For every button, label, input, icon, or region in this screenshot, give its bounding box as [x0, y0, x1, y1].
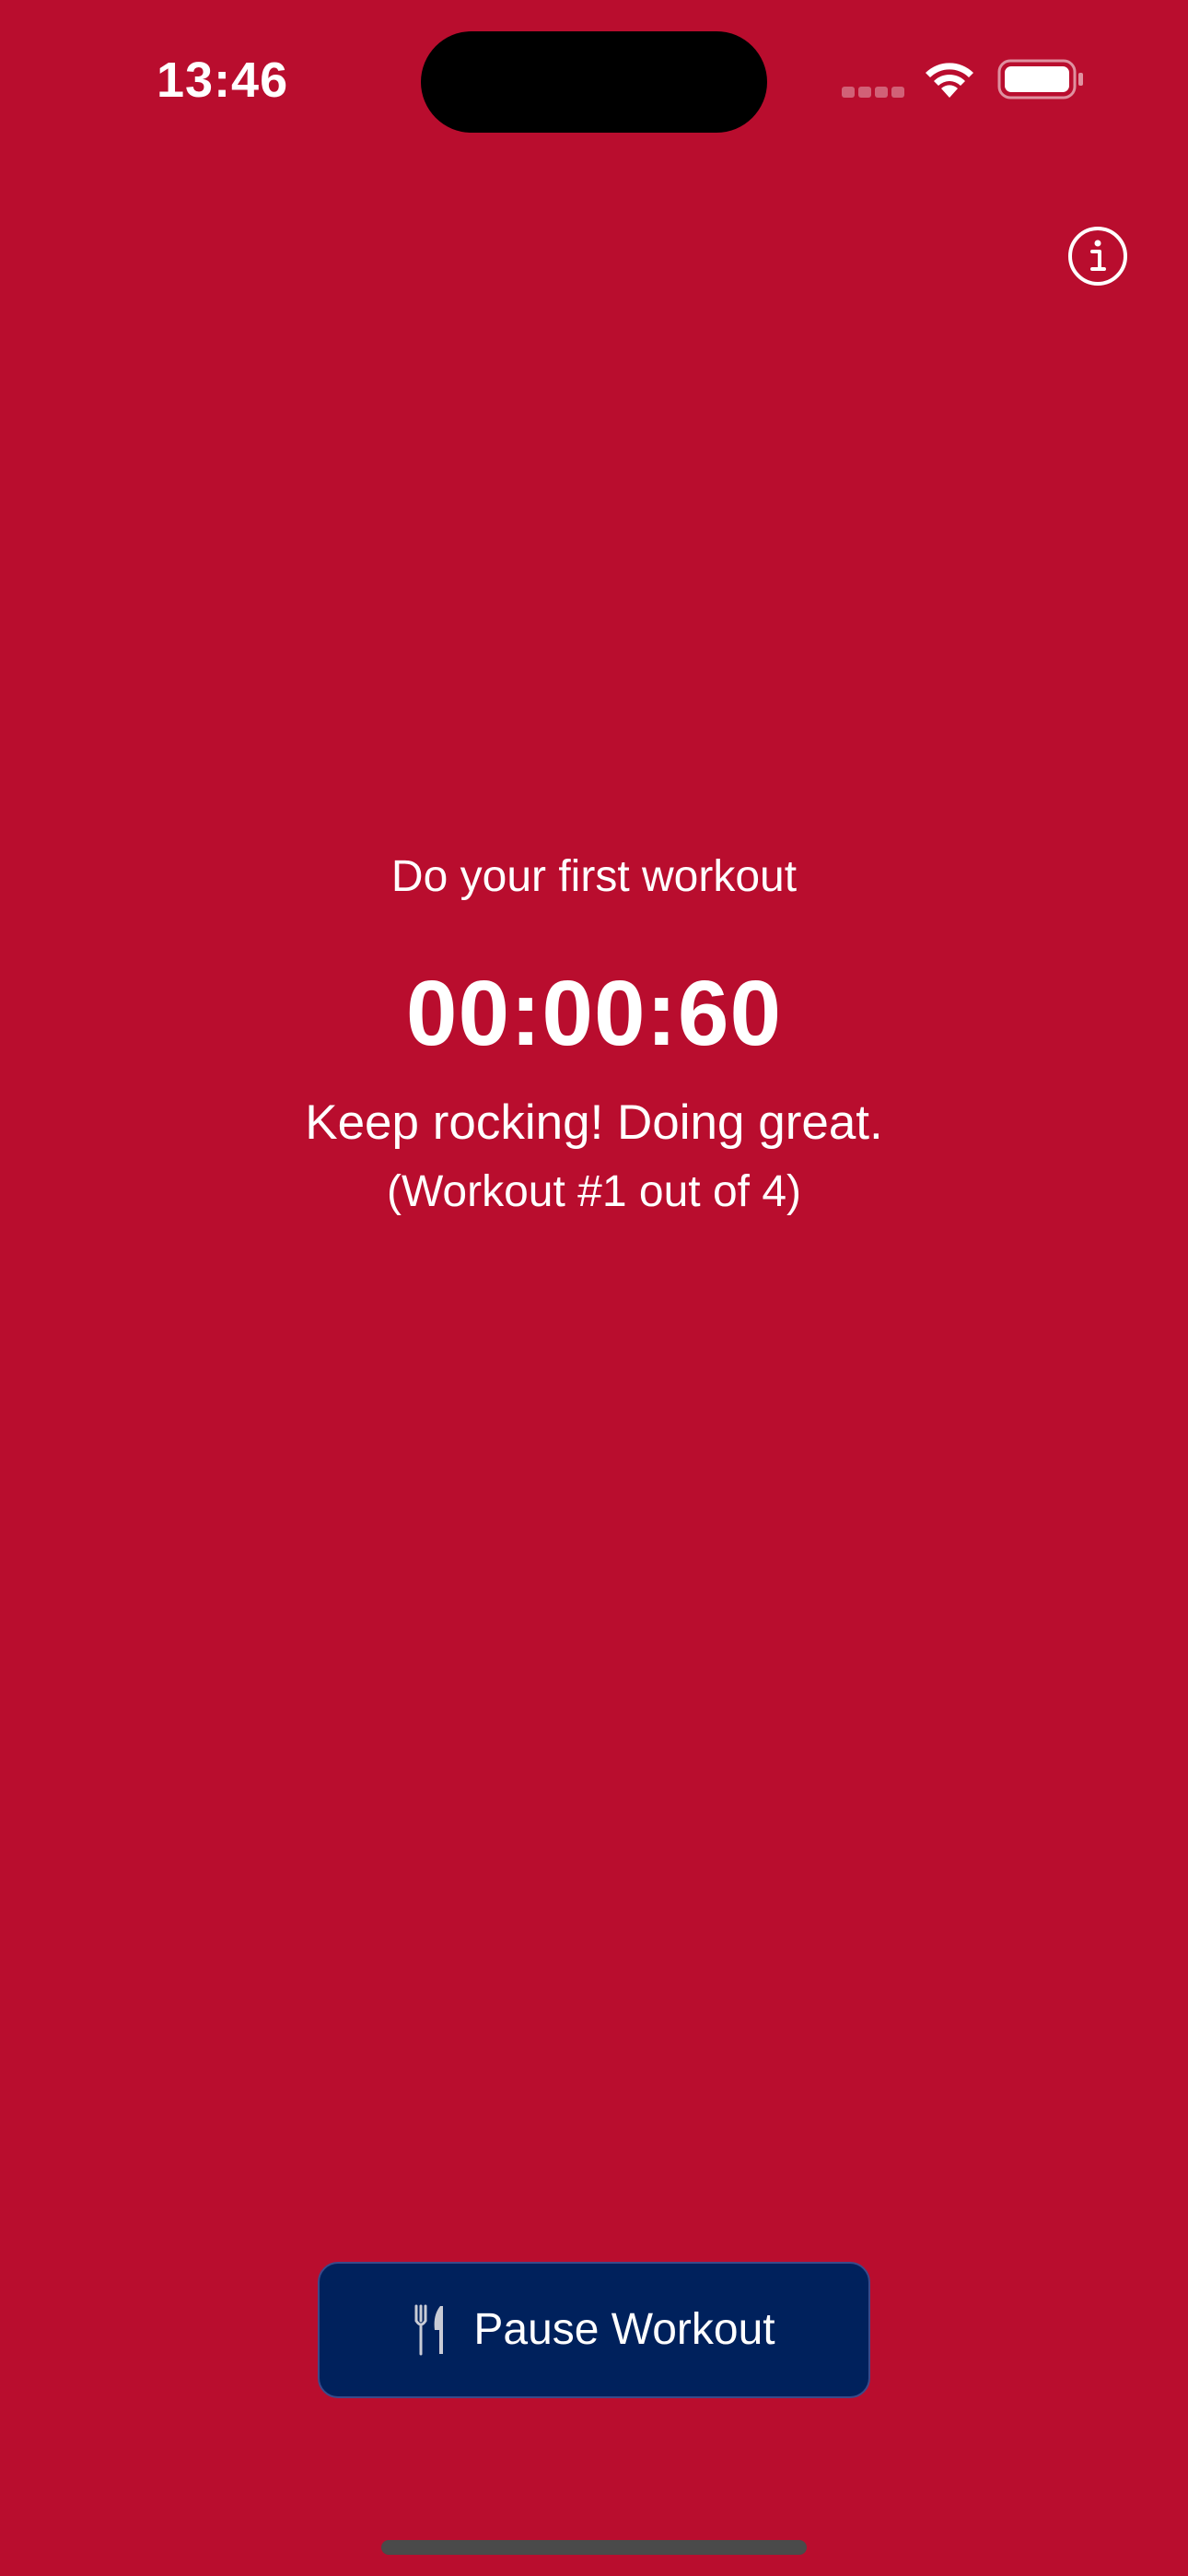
workout-progress: (Workout #1 out of 4)	[387, 1167, 801, 1216]
status-time: 13:46	[157, 53, 289, 108]
info-icon[interactable]	[1066, 225, 1129, 287]
battery-icon	[997, 59, 1083, 100]
fork-knife-icon	[414, 2304, 444, 2356]
workout-screen: 13:46 Do your first workout 00:00:60 Kee…	[0, 0, 1188, 2576]
workout-timer: 00:00:60	[405, 962, 783, 1065]
workout-prompt: Do your first workout	[390, 852, 798, 901]
dynamic-island	[421, 31, 767, 133]
cellular-signal-icon	[842, 87, 906, 100]
encouragement-message: Keep rocking! Doing great.	[305, 1095, 883, 1150]
home-indicator[interactable]	[381, 2540, 807, 2555]
pause-workout-button[interactable]: Pause Workout	[318, 2262, 870, 2398]
wifi-icon	[926, 63, 973, 98]
pause-workout-label: Pause Workout	[473, 2305, 775, 2354]
